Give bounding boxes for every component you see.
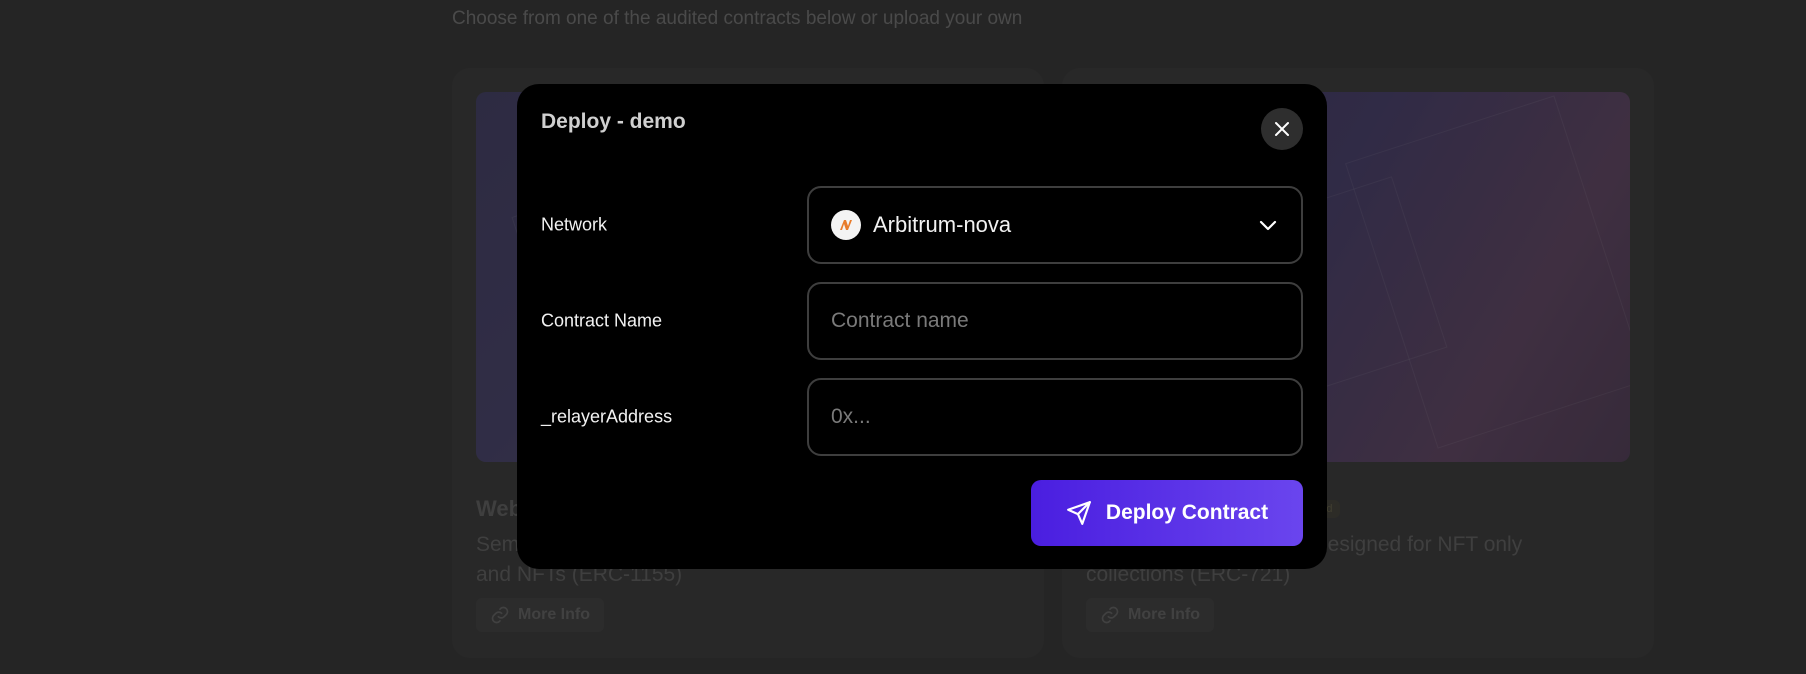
contract-name-row: Contract Name [541,282,1303,360]
close-button[interactable] [1261,108,1303,150]
contract-name-label: Contract Name [541,310,663,331]
network-value: Arbitrum-nova [873,212,1012,237]
deploy-contract-label: Deploy Contract [1105,501,1269,524]
network-label: Network [541,214,608,235]
relayer-address-field-wrapper [807,378,1303,456]
arbitrum-nova-icon [831,210,861,240]
network-row: Network Arbitrum-nova [541,186,1303,264]
relayer-address-input[interactable] [831,405,1279,429]
deploy-modal: Deploy - demo Network Arbitrum-nova Cont… [517,84,1327,569]
relayer-address-label: _relayerAddress [541,406,673,427]
modal-title: Deploy - demo [541,110,686,133]
send-icon [1066,501,1091,525]
chevron-down-icon [1259,220,1277,231]
contract-name-input[interactable] [831,309,1279,333]
contract-name-field-wrapper [807,282,1303,360]
deploy-contract-button[interactable]: Deploy Contract [1031,480,1303,546]
relayer-address-row: _relayerAddress [541,378,1303,456]
network-select[interactable]: Arbitrum-nova [807,186,1303,264]
close-icon [1275,122,1289,136]
